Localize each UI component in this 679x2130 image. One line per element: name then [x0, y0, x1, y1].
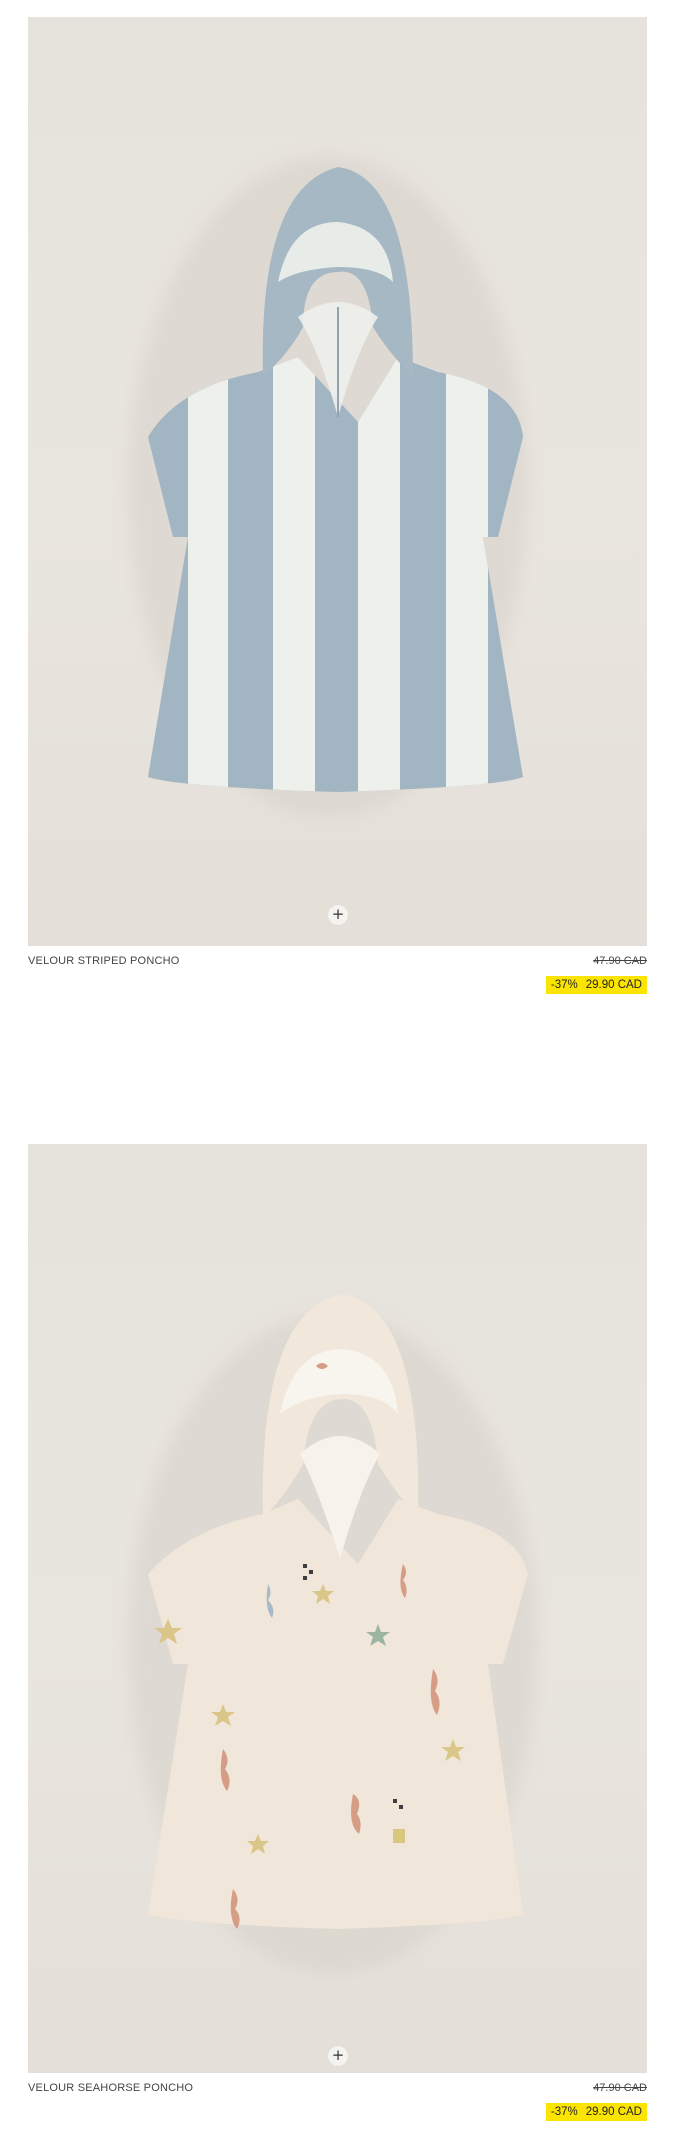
original-price: 47.90 CAD — [593, 2082, 647, 2094]
product-list: + VELOUR STRIPED PONCHO 47.90 CAD -37% 29… — [0, 0, 679, 2130]
quick-add-button[interactable]: + — [327, 2045, 349, 2067]
sale-price-badge: -37% 29.90 CAD — [545, 976, 647, 994]
product-name[interactable]: VELOUR STRIPED PONCHO — [28, 955, 180, 967]
product-info: VELOUR STRIPED PONCHO 47.90 CAD -37% 29.9… — [28, 946, 647, 1006]
discount-percent: -37% — [550, 979, 578, 991]
product-card: + VELOUR STRIPED PONCHO 47.90 CAD -37% 29… — [28, 17, 647, 1006]
quick-add-button[interactable]: + — [327, 904, 349, 926]
product-image[interactable]: + — [28, 17, 647, 946]
product-info: VELOUR SEAHORSE PONCHO 47.90 CAD -37% 29.… — [28, 2073, 647, 2130]
discount-percent: -37% — [550, 2106, 578, 2118]
sale-price-badge: -37% 29.90 CAD — [545, 2103, 647, 2121]
product-name[interactable]: VELOUR SEAHORSE PONCHO — [28, 2082, 193, 2094]
striped-poncho-illustration — [128, 157, 528, 817]
original-price: 47.90 CAD — [593, 955, 647, 967]
sale-price: 29.90 CAD — [585, 979, 642, 991]
seahorse-poncho-illustration — [128, 1294, 538, 1974]
sale-price: 29.90 CAD — [585, 2106, 642, 2118]
product-card: + VELOUR SEAHORSE PONCHO 47.90 CAD -37% 2… — [28, 1144, 647, 2130]
product-image[interactable]: + — [28, 1144, 647, 2073]
